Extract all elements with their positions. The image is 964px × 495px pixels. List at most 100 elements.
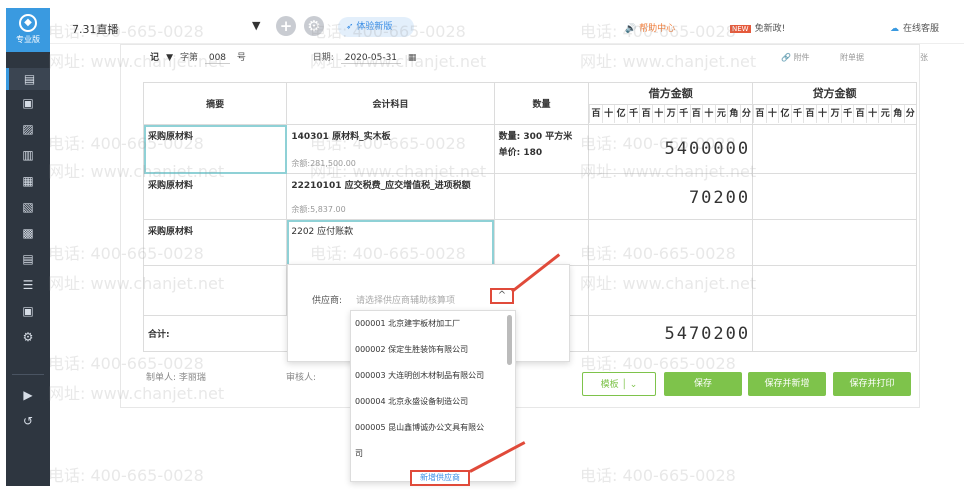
digit-unit-label: 万 (664, 105, 677, 123)
sidebar-item-cash[interactable]: ☰ (6, 274, 50, 296)
voucher-type-select[interactable]: 记 ▼ (150, 53, 173, 63)
digit-unit-label: 百 (853, 105, 866, 123)
digit-unit-label: 十 (702, 105, 715, 123)
attach-count-label: 附单据 (840, 53, 864, 62)
qty-cell[interactable] (493, 219, 590, 266)
header-credit: 贷方金额 百十亿千百十万千百十元角分 (752, 82, 917, 125)
sidebar-item-report[interactable]: ▨ (6, 118, 50, 140)
voucher-type-value: 记 (150, 53, 160, 63)
list-item[interactable]: 000001 北京建宇板材加工厂 (351, 311, 515, 337)
list-item[interactable]: 000002 保定生胜装饰有限公司 (351, 337, 515, 363)
table-row: 采购原材料 140301 原材料_实木板 余额:281,500.00 数量: 30… (142, 124, 917, 174)
account-cell-active[interactable]: 2202 应付账款 (286, 219, 495, 266)
online-service-label: 在线客服 (903, 24, 940, 34)
account-set-name[interactable]: 7.31直播 (72, 21, 119, 37)
watermark: 电话: 400-665-0028 (580, 466, 736, 485)
logo-text: 专业版 (16, 35, 40, 44)
digit-unit-label: 十 (865, 105, 879, 123)
add-icon[interactable]: + (276, 16, 296, 36)
list-item[interactable]: 000005 昆山鑫博诚办公文具有限公 (351, 415, 515, 441)
digit-unit-label: 亿 (614, 105, 627, 123)
sidebar-item-settings[interactable]: ▣ (6, 300, 50, 322)
header-qty: 数量 (493, 82, 590, 125)
digit-unit-label: 百 (589, 105, 602, 123)
maker-label: 制单人: 李丽瑞 (146, 373, 206, 383)
table-row: 采购原材料 2202 应付账款 (142, 219, 917, 266)
digit-unit-label: 十 (601, 105, 615, 123)
sidebar-item-view[interactable]: ▶ (6, 384, 50, 406)
cloud-icon: ☁ (890, 24, 899, 34)
credit-cell[interactable] (752, 124, 917, 174)
list-scrollbar[interactable] (507, 315, 512, 365)
sidebar-item-other[interactable]: ⚙ (6, 326, 50, 348)
supplier-input[interactable]: 请选择供应商辅助核算项 (356, 293, 455, 306)
summary-cell[interactable]: 采购原材料 (142, 124, 288, 174)
total-debit-cell: 5470200 (588, 315, 754, 352)
qty-text: 数量: 300 平方米 (498, 132, 573, 142)
list-item[interactable]: 000003 大连明创木材制品有限公司 (351, 363, 515, 389)
save-button[interactable]: 保存 (664, 372, 742, 396)
sidebar-item-tax[interactable]: ▧ (6, 196, 50, 218)
balance-text: 余额:281,500.00 (291, 159, 356, 168)
credit-cell[interactable] (752, 173, 917, 220)
debit-cell[interactable]: 5400000 (588, 124, 754, 174)
sidebar-item-invoice[interactable]: ▦ (6, 170, 50, 192)
digit-unit-label: 百 (689, 105, 703, 123)
voucher-header: 记 ▼ 字第 008 号 日期: 2020-05-31 ▦ (150, 50, 420, 64)
save-print-button[interactable]: 保存并打印 (833, 372, 911, 396)
save-new-button[interactable]: 保存并新增 (748, 372, 826, 396)
digit-unit-label: 千 (840, 105, 854, 123)
total-debit-amount: 5470200 (664, 324, 751, 344)
sidebar-item-bill[interactable]: ▥ (6, 144, 50, 166)
debit-cell[interactable] (588, 219, 754, 266)
calendar-icon[interactable]: ▦ (408, 53, 417, 63)
credit-cell[interactable] (752, 265, 917, 316)
attachment-link[interactable]: 🔗 附件 (781, 52, 810, 63)
header-credit-label: 贷方金额 (753, 83, 916, 105)
digit-unit-label: 分 (903, 105, 917, 123)
list-item[interactable]: 司 (351, 441, 515, 467)
template-button[interactable]: 模板 │ ⌄ (582, 372, 656, 396)
digit-unit-label: 百 (753, 105, 766, 123)
sidebar-item-asset[interactable]: ▤ (6, 248, 50, 270)
date-label: 日期: (312, 53, 334, 63)
online-service-link[interactable]: ☁ 在线客服 (890, 21, 939, 34)
settings-icon[interactable]: ⚙ (304, 16, 324, 36)
voucher-number-input[interactable]: 008 (204, 53, 231, 64)
account-cell[interactable]: 140301 原材料_实木板 余额:281,500.00 (286, 124, 495, 174)
debit-cell[interactable] (588, 265, 754, 316)
sidebar-divider (12, 374, 44, 375)
date-input[interactable]: 2020-05-31 (340, 53, 402, 64)
qty-cell[interactable]: 数量: 300 平方米 单价: 180 (493, 124, 590, 174)
credit-cell[interactable] (752, 219, 917, 266)
sidebar-item-account[interactable]: ▩ (6, 222, 50, 244)
digit-unit-label: 元 (878, 105, 891, 123)
sidebar-item-ledger[interactable]: ▣ (6, 92, 50, 114)
account-cell[interactable]: 22210101 应交税费_应交增值税_进项税额 余额:5,837.00 (286, 173, 495, 220)
chevron-down-icon[interactable]: ▼ (252, 19, 260, 32)
sidebar-item-logout[interactable]: ↺ (6, 410, 50, 432)
add-supplier-button[interactable]: 新增供应商 (410, 470, 470, 486)
new-policy-link[interactable]: NEW 免新政! (730, 21, 785, 34)
digit-unit-label: 千 (626, 105, 640, 123)
list-item[interactable]: 000004 北京永盛设备制造公司 (351, 389, 515, 415)
qty-cell[interactable] (493, 173, 590, 220)
voucher-zi-label: 字第 (179, 53, 198, 63)
help-center-link[interactable]: 🔊 帮助中心 (625, 21, 675, 34)
attachment-label: 附件 (793, 53, 810, 62)
digit-unit-label: 千 (790, 105, 804, 123)
total-credit-cell (752, 315, 917, 352)
price-text: 单价: 180 (498, 148, 543, 158)
summary-cell[interactable] (142, 265, 288, 316)
new-badge: NEW (730, 25, 751, 33)
attach-unit-label: 张 (920, 53, 928, 62)
try-new-version-button[interactable]: ➶ 体验新版 (338, 17, 414, 37)
debit-cell[interactable]: 70200 (588, 173, 754, 220)
summary-cell[interactable]: 采购原材料 (142, 173, 288, 220)
logo: ◆ 专业版 (6, 8, 50, 52)
sidebar-item-voucher[interactable]: ▤ (6, 68, 50, 90)
header-summary: 摘要 (142, 82, 288, 125)
new-policy-label: 免新政! (754, 24, 786, 34)
account-text: 22210101 应交税费_应交增值税_进项税额 (291, 181, 471, 191)
summary-cell[interactable]: 采购原材料 (142, 219, 288, 266)
